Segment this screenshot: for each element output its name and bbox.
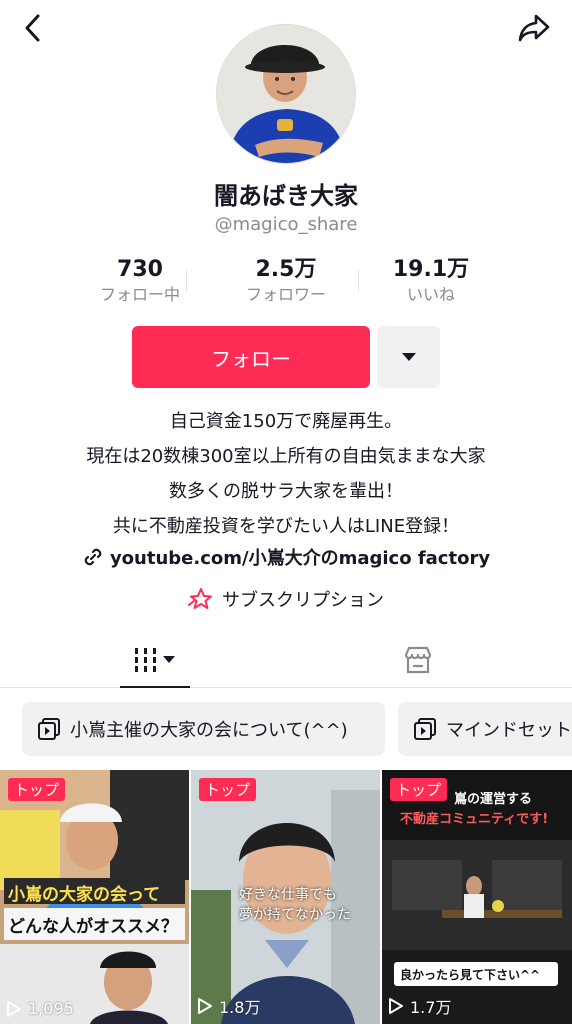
playlist-chip[interactable]: 小嶌主催の大家の会について(^^) <box>22 702 385 756</box>
follow-button[interactable]: フォロー <box>132 326 370 388</box>
top-badge: トップ <box>8 778 66 801</box>
video-thumbnail[interactable]: トップ 小嶌の大家の会って どんな人がオススメ？ 1,095 <box>0 770 189 1024</box>
top-badge: トップ <box>390 778 448 801</box>
back-button[interactable] <box>18 10 50 46</box>
profile-tabs <box>0 632 572 688</box>
display-name: 闇あばき大家 <box>214 182 358 210</box>
playlist-row: 小嶌主催の大家の会について(^^) マインドセット <box>0 702 572 756</box>
followers-count: 2.5万 <box>255 257 317 282</box>
view-count-text: 1,095 <box>28 999 74 1018</box>
chevron-left-icon <box>25 14 40 42</box>
video-grid-icon <box>135 648 175 672</box>
share-arrow-icon <box>518 14 550 42</box>
video-caption: どんな人がオススメ？ <box>8 917 178 937</box>
bio-line: 自己資金150万で廃屋再生。 <box>169 411 403 432</box>
subscription-label: サブスクリプション <box>222 590 384 611</box>
bio-line: 数多くの脱サラ大家を輩出！ <box>169 481 403 502</box>
tab-videos[interactable] <box>120 632 190 688</box>
tab-shop[interactable] <box>390 632 446 688</box>
likes-count: 19.1万 <box>392 257 470 282</box>
play-icon <box>198 998 212 1014</box>
video-caption: 夢が持てなかった <box>239 907 351 923</box>
video-thumbnail[interactable]: トップ 嶌の運営する 不動産コミュニティです! 良かったら見て下さい^^ 1.7… <box>382 770 572 1024</box>
view-count-text: 1.7万 <box>410 998 452 1017</box>
playlist-icon <box>414 718 436 740</box>
playlist-icon <box>38 718 60 740</box>
top-badge: トップ <box>199 778 257 801</box>
link-icon <box>84 548 102 566</box>
video-caption: 嶌の運営する <box>454 792 533 807</box>
bio: 自己資金150万で廃屋再生。 現在は20数棟300室以上所有の自由気ままな大家 … <box>0 404 572 544</box>
likes-stat[interactable]: 19.1万 いいね <box>366 256 496 306</box>
followers-label: フォロワー <box>245 285 326 304</box>
stats-divider <box>186 270 187 292</box>
shop-icon <box>404 646 432 674</box>
stats-divider <box>358 270 359 292</box>
video-caption: 好きな仕事でも <box>239 887 337 903</box>
video-caption: 小嶌の大家の会って <box>8 885 161 905</box>
bio-link[interactable]: youtube.com/小嶌大介のmagico factory <box>0 540 572 574</box>
video-grid: トップ 小嶌の大家の会って どんな人がオススメ？ 1,095 トップ 好きな仕事… <box>0 770 572 1024</box>
username-handle: @magico_share <box>214 214 358 235</box>
play-icon <box>389 998 403 1014</box>
more-options-button[interactable] <box>377 326 440 388</box>
likes-label: いいね <box>406 285 455 304</box>
profile-photo <box>217 25 355 163</box>
caret-down-icon <box>401 353 416 361</box>
play-icon <box>7 1000 21 1017</box>
video-caption: 不動産コミュニティです! <box>400 812 549 827</box>
video-thumbnail[interactable]: トップ 好きな仕事でも 夢が持てなかった 1.8万 <box>191 770 380 1024</box>
playlist-chip[interactable]: マインドセット <box>398 702 572 756</box>
view-count-text: 1.8万 <box>219 998 261 1017</box>
view-count: 1,095 <box>6 999 74 1018</box>
bio-line: 共に不動産投資を学びたい人はLINE登録！ <box>112 516 460 537</box>
bio-line: 現在は20数棟300室以上所有の自由気ままな大家 <box>86 446 486 467</box>
view-count: 1.7万 <box>388 994 451 1018</box>
share-button[interactable] <box>516 10 552 46</box>
view-count: 1.8万 <box>197 994 260 1018</box>
avatar[interactable] <box>216 24 356 164</box>
playlist-label: 小嶌主催の大家の会について(^^) <box>70 720 348 741</box>
subscription-link[interactable]: サブスクリプション <box>0 582 572 616</box>
stats-row: 730 フォロー中 2.5万 フォロワー 19.1万 いいね <box>0 256 572 308</box>
bio-link-text: youtube.com/小嶌大介のmagico factory <box>109 548 491 569</box>
followers-stat[interactable]: 2.5万 フォロワー <box>221 256 351 306</box>
active-tab-indicator <box>120 686 190 688</box>
video-caption: 良かったら見て下さい^^ <box>400 968 541 982</box>
playlist-label: マインドセット <box>446 720 572 741</box>
subscription-star-icon <box>188 588 212 609</box>
